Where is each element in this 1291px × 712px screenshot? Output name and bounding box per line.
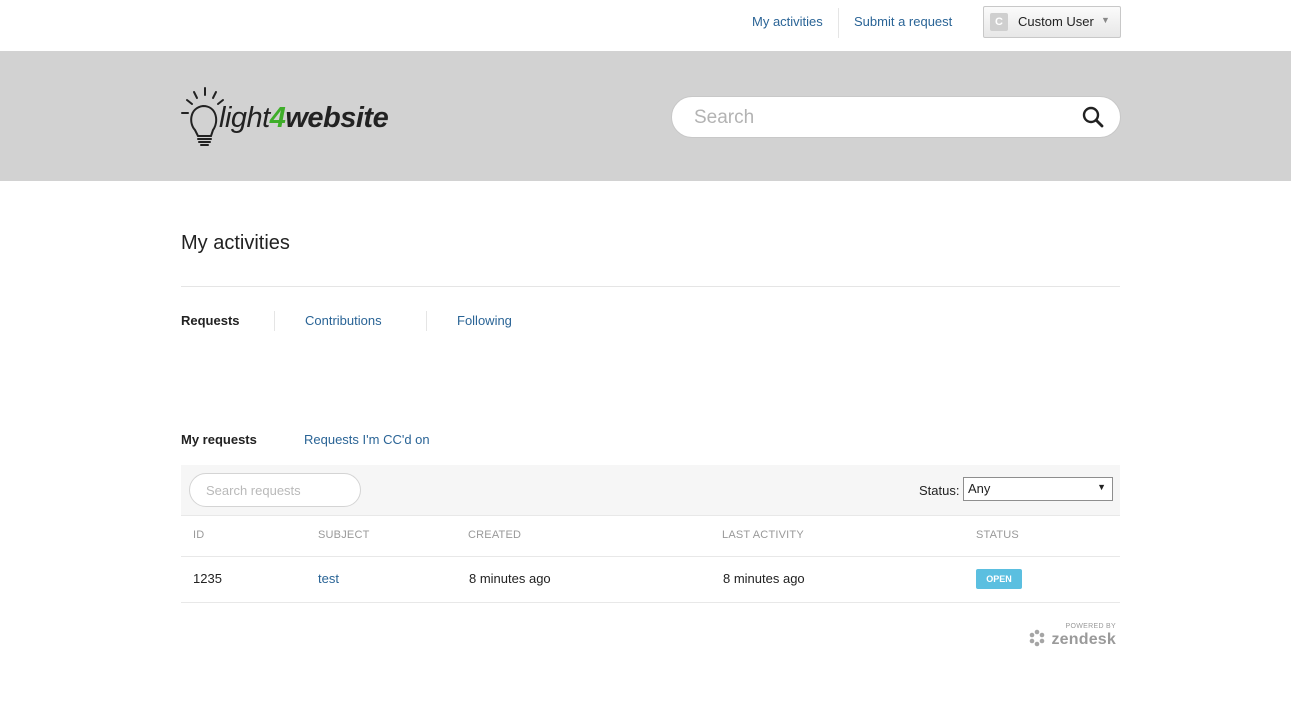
avatar: C [990,13,1008,31]
brand-logo[interactable]: light4website [181,86,411,150]
request-subject-link[interactable]: test [318,571,339,586]
logo-part-four: 4 [269,102,286,134]
subtab-cc-requests[interactable]: Requests I'm CC'd on [304,432,430,447]
logo-part-light: light [219,102,270,134]
search-icon[interactable] [1082,106,1104,128]
powered-by-label: POWERED BY [1065,623,1116,630]
search-box [671,96,1121,138]
divider [181,286,1120,287]
my-activities-link[interactable]: My activities [752,14,823,29]
tab-contributions[interactable]: Contributions [305,313,382,328]
caret-down-icon: ▼ [1101,15,1110,25]
tab-requests[interactable]: Requests [181,313,240,328]
status-filter-label: Status: [919,483,960,498]
status-badge: OPEN [976,569,1022,589]
column-header-subject: SUBJECT [318,529,370,541]
request-search-input[interactable] [204,482,353,499]
divider [838,8,839,38]
powered-by-zendesk[interactable]: POWERED BY zendesk [1026,623,1118,651]
requests-filter-bar: Status: Any ▼ [181,465,1120,516]
top-bar: My activities Submit a request C Custom … [0,0,1291,51]
submit-request-link[interactable]: Submit a request [854,14,952,29]
zendesk-brand: zendesk [1051,631,1116,648]
request-search-box [189,473,361,507]
logo-wordmark: light4website [219,102,389,135]
user-menu-button[interactable]: C Custom User ▼ [983,6,1121,38]
zendesk-logo-icon [1029,629,1045,647]
subtab-my-requests[interactable]: My requests [181,432,257,447]
tab-following[interactable]: Following [457,313,512,328]
logo-part-website: website [285,102,389,134]
search-input[interactable] [692,106,1066,130]
request-last-activity: 8 minutes ago [723,571,805,586]
table-header: ID SUBJECT CREATED LAST ACTIVITY STATUS [181,516,1120,557]
column-header-created: CREATED [468,529,522,541]
status-filter-select[interactable]: Any ▼ [963,477,1113,501]
user-name: Custom User [1018,14,1094,29]
tab-divider [426,311,427,331]
column-header-status: STATUS [976,529,1019,541]
column-header-id: ID [193,529,205,541]
column-header-last-activity: LAST ACTIVITY [722,529,804,541]
request-id: 1235 [193,571,222,586]
request-created: 8 minutes ago [469,571,551,586]
page-title: My activities [181,232,290,254]
table-row: 1235 test 8 minutes ago 8 minutes ago OP… [181,557,1120,603]
status-filter-value: Any [968,481,991,496]
tab-divider [274,311,275,331]
dropdown-arrow-icon: ▼ [1097,482,1106,492]
